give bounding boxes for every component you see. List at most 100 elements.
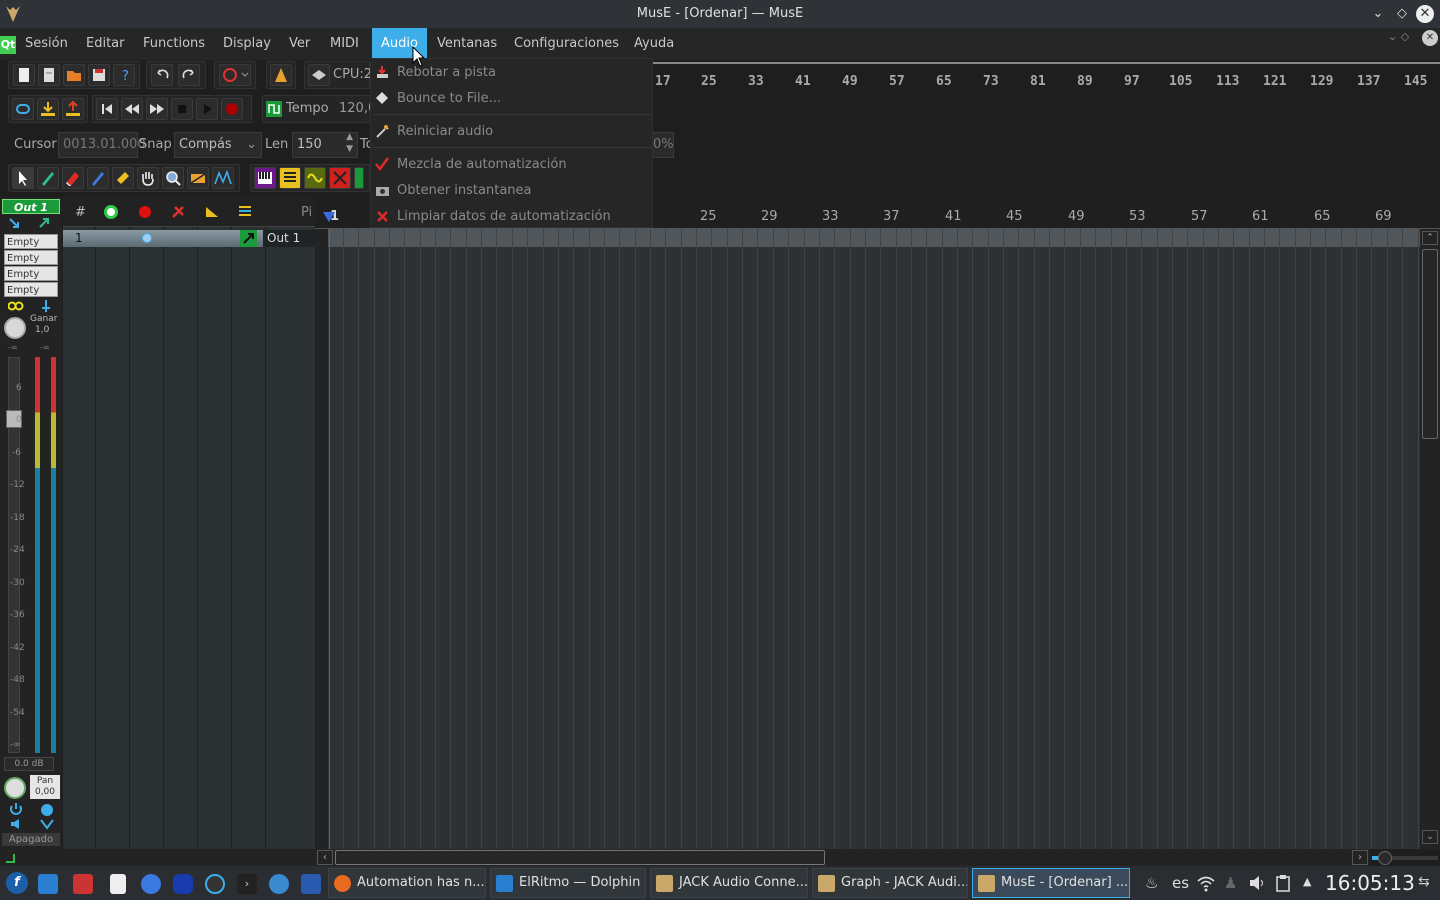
minimize-button[interactable]: ⌄ [1368,4,1388,24]
track-mute-icon[interactable] [142,233,152,243]
arranger-canvas[interactable] [328,229,1420,849]
network-app-icon[interactable] [269,874,289,894]
header-type-icon[interactable] [237,203,253,219]
route-out-icon[interactable] [38,217,52,229]
scroll-right-icon[interactable]: › [1352,850,1368,865]
fedora-launcher-icon[interactable]: f [6,872,28,894]
record-icon[interactable] [221,98,243,120]
keyboard-layout[interactable]: es [1172,874,1189,892]
header-solo-icon[interactable] [170,204,186,220]
eraser-tool-icon[interactable] [62,167,84,189]
pencil-tool-icon[interactable] [37,167,59,189]
settings-app-icon[interactable] [73,874,93,894]
panel-options-icon[interactable]: ⇆ [1418,874,1430,890]
menu-display[interactable]: Display [214,28,280,60]
menu-item-reiniciar-audio[interactable]: Reiniciar audio [371,119,654,145]
loop-icon[interactable] [12,98,34,120]
fast-forward-icon[interactable] [146,98,168,120]
text-editor-icon[interactable] [110,874,126,894]
effect-slot[interactable]: Empty [4,282,58,297]
automation-mode-select[interactable]: Apagado [2,833,60,846]
cursor-position-field[interactable]: 0013.01.000 [58,132,146,158]
menu-ventanas[interactable]: Ventanas [428,28,506,60]
power-icon[interactable] [9,802,23,816]
scroll-up-icon[interactable]: ⌃ [1422,231,1438,245]
menu-item-obtener-instantanea[interactable]: Obtener instantanea [371,178,654,204]
menu-item-limpiar-automatizacion[interactable]: Limpiar datos de automatización [371,204,654,230]
glue-tool-icon[interactable] [112,167,134,189]
speaker-icon[interactable] [9,818,23,830]
whats-this-icon[interactable]: ? [113,64,135,86]
redo-icon[interactable] [178,64,200,86]
user-icon[interactable]: ♟ [1224,874,1237,892]
menu-ver[interactable]: Ver [280,28,319,60]
pan-hand-tool-icon[interactable] [137,167,159,189]
stereo-icon[interactable] [8,301,24,311]
rewind-icon[interactable] [121,98,143,120]
header-port[interactable]: Pi [301,205,312,220]
new-file-icon[interactable] [13,64,35,86]
arrow-app-icon[interactable] [301,874,321,894]
zoom-slider-handle[interactable] [1378,851,1392,865]
headphones-app-icon[interactable] [205,874,225,894]
strip-name[interactable]: Out 1 [2,199,60,214]
wifi-icon[interactable] [1196,874,1216,892]
menu-editar[interactable]: Editar [77,28,134,60]
menu-item-bounce-file[interactable]: Bounce to File... [371,86,654,112]
drum-editor-icon[interactable] [329,167,351,189]
panic-dropdown-icon[interactable] [219,64,251,86]
overview-ruler[interactable]: 17 25 33 41 49 57 65 73 81 89 97 105 113… [653,62,1440,92]
gain-knob[interactable] [4,317,26,339]
task-muse[interactable]: MusE - [Ordenar] ... [972,868,1130,898]
vertical-scrollbar[interactable]: ⌃ ⌄ [1420,229,1440,849]
track-name[interactable]: Out 1 [263,230,315,247]
pan-knob[interactable] [4,777,26,799]
pianoroll-icon[interactable] [254,167,276,189]
pre-fader-icon[interactable] [40,299,52,313]
tray-expand-icon[interactable]: ▲ [1303,875,1311,888]
menu-ayuda[interactable]: Ayuda [625,28,683,60]
score-editor-icon[interactable] [354,167,364,189]
db-value[interactable]: 0.0 dB [4,757,54,771]
hscroll-handle[interactable] [335,850,825,865]
task-jack-connect[interactable]: JACK Audio Conne... [650,868,808,898]
header-record-icon[interactable] [139,206,151,218]
maximize-button[interactable]: ◇ [1392,4,1412,24]
automation-tool-icon[interactable] [212,167,234,189]
task-firefox[interactable]: Automation has n... [328,868,486,898]
effect-slot[interactable]: Empty [4,234,58,249]
menu-item-mezcla-automatizacion[interactable]: Mezcla de automatización [371,152,654,178]
menu-configuraciones[interactable]: Configuraciones [505,28,628,60]
menu-functions[interactable]: Functions [134,28,214,60]
mdi-close-button[interactable]: ✕ [1422,30,1438,46]
track-row[interactable]: 1 Out 1 [63,230,315,247]
browser-app-icon[interactable] [141,874,161,894]
punch-out-icon[interactable] [62,98,84,120]
new-template-icon[interactable] [38,64,60,86]
horizontal-scrollbar[interactable]: ‹ › [315,849,1370,866]
spin-arrows-icon[interactable]: ▲ ▼ [346,131,353,155]
scroll-down-icon[interactable]: ⌄ [1422,830,1438,844]
database-app-icon[interactable] [173,874,193,894]
snap-select[interactable]: Compás ⌄ [174,132,262,158]
effect-slot[interactable]: Empty [4,250,58,265]
zoom-tool-icon[interactable] [162,167,184,189]
notifications-icon[interactable]: ♨ [1145,874,1158,892]
cut-tool-icon[interactable] [87,167,109,189]
menu-sesion[interactable]: Sesión [16,28,77,60]
clipboard-icon[interactable] [1276,874,1290,892]
volume-icon[interactable] [1248,875,1266,891]
solo-icon[interactable] [41,804,53,816]
wave-editor-icon[interactable] [304,167,326,189]
rewind-start-icon[interactable] [96,98,118,120]
playhead-marker-icon[interactable] [322,211,336,223]
menu-midi[interactable]: MIDI [321,28,368,60]
play-icon[interactable] [196,98,218,120]
vscroll-handle[interactable] [1422,249,1438,439]
mdi-controls-icon[interactable]: ⌄ ◇ [1388,30,1409,43]
route-in-icon[interactable] [8,217,22,229]
header-automation-icon[interactable] [204,204,220,220]
monitor-icon[interactable] [39,818,55,830]
effect-slot[interactable]: Empty [4,266,58,281]
clock[interactable]: 16:05:13 [1325,871,1415,895]
